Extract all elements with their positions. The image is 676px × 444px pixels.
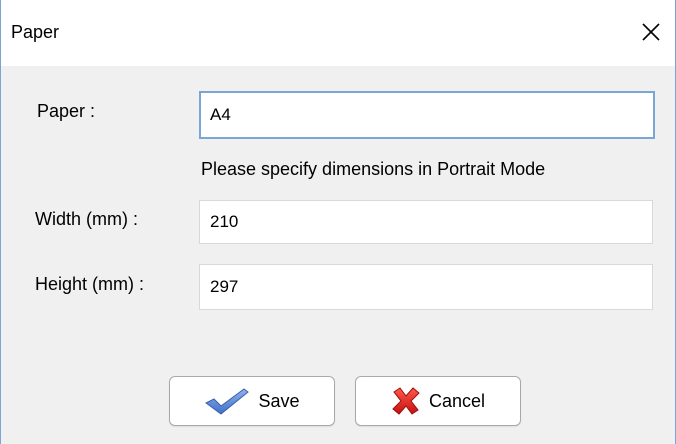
width-label: Width (mm) :	[35, 209, 138, 229]
paper-dialog: Paper Paper : Please specify dimensions …	[0, 0, 676, 444]
save-button[interactable]: Save	[169, 376, 335, 426]
dimensions-hint: Please specify dimensions in Portrait Mo…	[201, 159, 546, 179]
x-mark-icon	[391, 387, 421, 415]
cancel-button[interactable]: Cancel	[355, 376, 521, 426]
height-input[interactable]	[199, 264, 653, 310]
checkmark-icon	[204, 387, 250, 415]
paper-name-input[interactable]	[199, 91, 655, 139]
cancel-label: Cancel	[428, 390, 486, 411]
dialog-title: Paper	[11, 22, 60, 42]
width-input[interactable]	[199, 200, 653, 244]
save-label: Save	[258, 390, 300, 411]
title-bar: Paper	[1, 0, 675, 66]
paper-label: Paper :	[37, 101, 96, 121]
close-icon	[642, 23, 660, 41]
height-label: Height (mm) :	[35, 274, 145, 294]
close-button[interactable]	[631, 12, 671, 52]
dialog-body: Paper : Please specify dimensions in Por…	[1, 66, 675, 444]
